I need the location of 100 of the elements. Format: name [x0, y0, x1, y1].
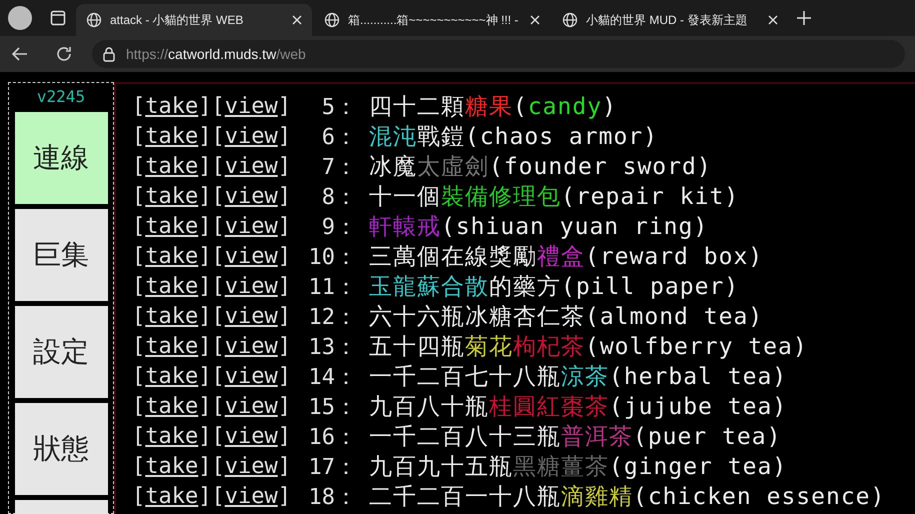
item-number: 7 — [320, 154, 335, 182]
colon: ： — [334, 424, 358, 452]
bracket: ] — [278, 273, 291, 301]
colon: ： — [334, 214, 358, 242]
colon: ： — [334, 334, 358, 362]
item-link[interactable]: take — [145, 212, 198, 242]
item-link[interactable]: view — [224, 332, 278, 362]
item-link[interactable]: view — [224, 392, 278, 422]
bracket: ] — [278, 183, 291, 211]
sidebar-button[interactable]: 狀態 — [14, 403, 108, 495]
bracket: ] — [198, 93, 212, 121]
bracket: [ — [211, 333, 225, 361]
item-link[interactable]: take — [145, 122, 198, 152]
item-link[interactable]: view — [224, 92, 278, 122]
bracket: ] — [278, 363, 291, 391]
address-bar[interactable]: https://catworld.muds.tw/web — [92, 40, 905, 68]
item-link[interactable]: view — [224, 362, 278, 392]
item-link[interactable]: view — [224, 272, 278, 302]
tab-panel-icon[interactable] — [50, 10, 66, 26]
close-icon[interactable] — [292, 15, 302, 25]
bracket: ] — [198, 423, 212, 451]
item-number: 6 — [320, 124, 335, 152]
item-link[interactable]: take — [145, 392, 198, 422]
colon: ： — [334, 304, 358, 332]
item-description: 四十二顆糖果(candy) — [368, 92, 617, 122]
item-description: 五十四瓶菊花枸杞茶(wolfberry tea) — [368, 332, 808, 362]
bracket: [ — [211, 393, 225, 421]
bracket: ] — [278, 393, 291, 421]
bracket: ] — [278, 453, 291, 481]
item-number: 15 — [307, 394, 335, 422]
bracket: [ — [211, 183, 225, 211]
sidebar-button[interactable]: 連線 — [14, 112, 108, 204]
item-description: 三萬個在線獎勵禮盒(reward box) — [368, 242, 764, 272]
item-link[interactable]: take — [145, 422, 198, 452]
item-link[interactable]: take — [145, 92, 198, 122]
browser-tab[interactable]: attack - 小貓的世界 WEB — [76, 4, 312, 36]
colon: ： — [334, 454, 358, 482]
bracket: ] — [278, 123, 291, 151]
item-description: 二千二百一十八瓶滴雞精(chicken essence) — [368, 482, 886, 512]
item-number: 18 — [307, 484, 335, 512]
item-link[interactable]: view — [224, 152, 278, 182]
globe-icon — [562, 12, 578, 28]
bracket: ] — [278, 93, 291, 121]
globe-icon — [324, 12, 340, 28]
bracket: [ — [211, 93, 225, 121]
item-link[interactable]: take — [145, 272, 198, 302]
item-number: 11 — [307, 274, 335, 302]
bracket: ] — [198, 393, 212, 421]
colon: ： — [334, 244, 358, 272]
bracket: [ — [132, 93, 146, 121]
item-number: 8 — [320, 184, 335, 212]
bracket: ] — [198, 243, 212, 271]
item-link[interactable]: view — [224, 422, 278, 452]
item-link[interactable]: view — [224, 122, 278, 152]
bracket: [ — [132, 153, 146, 181]
lock-icon — [102, 46, 116, 62]
bracket: [ — [132, 243, 146, 271]
item-link[interactable]: view — [224, 212, 278, 242]
item-link[interactable]: view — [224, 242, 278, 272]
item-link[interactable]: view — [224, 482, 278, 512]
item-link[interactable]: take — [145, 242, 198, 272]
bracket: [ — [132, 183, 146, 211]
bracket: ] — [198, 213, 212, 241]
item-description: 九百九十五瓶黑糖薑茶(ginger tea) — [368, 452, 788, 482]
item-number: 5 — [320, 94, 335, 122]
item-description: 十一個裝備修理包(repair kit) — [368, 182, 740, 212]
item-link[interactable]: take — [145, 302, 198, 332]
colon: ： — [334, 124, 358, 152]
sidebar-button[interactable]: 巨集 — [14, 209, 108, 301]
bracket: ] — [278, 303, 291, 331]
bracket: [ — [211, 153, 225, 181]
item-description: 九百八十瓶桂圓紅棗茶(jujube tea) — [368, 392, 788, 422]
bracket: ] — [198, 333, 212, 361]
item-link[interactable]: view — [224, 452, 278, 482]
new-tab-icon[interactable] — [796, 10, 812, 26]
item-link[interactable]: view — [224, 182, 278, 212]
avatar-icon[interactable] — [8, 6, 32, 30]
item-number: 13 — [307, 334, 335, 362]
item-description: 玉龍蘇合散的藥方(pill paper) — [368, 272, 740, 302]
bracket: [ — [132, 303, 146, 331]
item-link[interactable]: take — [145, 362, 198, 392]
item-link[interactable]: take — [145, 452, 198, 482]
item-description: 一千二百七十八瓶涼茶(herbal tea) — [368, 362, 788, 392]
sidebar-button[interactable]: 設定 — [14, 306, 108, 398]
item-link[interactable]: take — [145, 152, 198, 182]
bracket: ] — [198, 453, 212, 481]
colon: ： — [334, 274, 358, 302]
item-number: 9 — [320, 214, 335, 242]
close-icon[interactable] — [768, 15, 778, 25]
bracket: [ — [132, 213, 146, 241]
bracket: [ — [132, 363, 146, 391]
item-link[interactable]: take — [145, 482, 198, 512]
item-link[interactable]: take — [145, 332, 198, 362]
reload-icon[interactable] — [54, 44, 74, 64]
item-link[interactable]: view — [224, 302, 278, 332]
item-link[interactable]: take — [145, 182, 198, 212]
close-icon[interactable] — [530, 15, 540, 25]
bracket: [ — [211, 273, 225, 301]
bracket: ] — [198, 363, 212, 391]
bracket: ] — [198, 153, 212, 181]
